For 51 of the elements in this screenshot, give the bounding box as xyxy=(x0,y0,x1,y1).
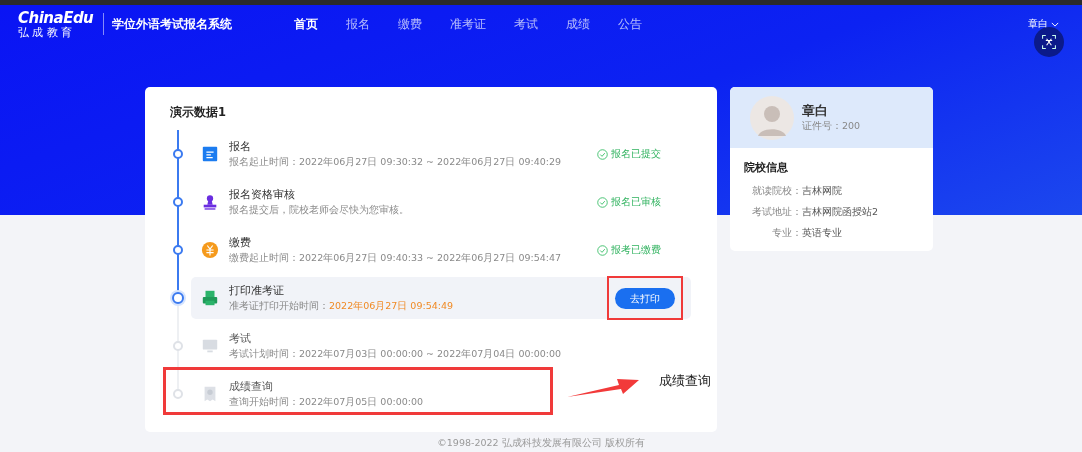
step-detail: 缴费起止时间：2022年06月27日 09:40:33 ~ 2022年06月27日 09:54:47 xyxy=(229,251,562,265)
step-detail: 考试计划时间：2022年07月03日 00:00:00 ~ 2022年07月04日 00:00:00 xyxy=(229,347,562,361)
nav-tab[interactable]: 成绩 xyxy=(566,16,591,32)
nav-tab[interactable]: 公告 xyxy=(618,16,643,32)
step-title: 考试 xyxy=(229,331,251,346)
yuan-coin-icon xyxy=(201,241,219,259)
site-title: 学位外语考试报名系统 xyxy=(112,15,233,33)
step-title: 报名资格审核 xyxy=(229,187,295,202)
field-label: 就读院校： xyxy=(751,185,802,198)
check-circle-icon xyxy=(597,244,608,256)
step-detail: 报名提交后，院校老师会尽快为您审核。 xyxy=(229,203,409,217)
step-title: 成绩查询 xyxy=(229,379,273,394)
arrow xyxy=(567,377,639,399)
student-name: 章白 xyxy=(802,102,829,120)
translate-icon xyxy=(1041,34,1057,50)
field-value: 英语专业 xyxy=(802,227,842,240)
stamp-icon xyxy=(201,193,219,211)
check-circle-icon xyxy=(597,148,608,160)
status-label: 报名已提交 xyxy=(597,147,661,161)
nav-tab[interactable]: 考试 xyxy=(514,16,539,32)
step-title: 报名 xyxy=(229,139,251,154)
callout-label: 成绩查询 xyxy=(659,372,711,390)
step-detail: 查询开始时间：2022年07月05日 00:00:00 xyxy=(229,395,424,409)
field-value: 吉林网院 xyxy=(802,185,842,198)
nav-tab[interactable]: 首页 xyxy=(294,16,319,32)
document-icon xyxy=(201,145,219,163)
step-detail: 准考证打印开始时间：2022年06月27日 09:54:49 xyxy=(229,299,454,313)
logo[interactable]: ChinaEdu 弘 成 教 育 xyxy=(18,10,94,38)
step-detail: 报名起止时间：2022年06月27日 09:30:32 ~ 2022年06月27日 09:40:29 xyxy=(229,155,562,169)
field-label: 专业： xyxy=(771,227,802,240)
avatar-icon xyxy=(750,95,794,140)
status-label: 报考已缴费 xyxy=(597,243,661,257)
field-value: 吉林网院函授站2 xyxy=(802,206,879,219)
nav-tab[interactable]: 缴费 xyxy=(398,16,423,32)
print-button[interactable]: 去打印 xyxy=(615,288,675,310)
status-label: 报名已审核 xyxy=(597,195,661,209)
check-circle-icon xyxy=(597,196,608,208)
copyright-text: ©1998-2022 弘成科技发展有限公司 版权所有 xyxy=(436,437,646,450)
printer-icon xyxy=(201,289,219,307)
id-number: 证件号：200 xyxy=(802,120,861,133)
chevron-icon xyxy=(1051,21,1059,27)
section-title: 院校信息 xyxy=(744,160,789,175)
step-title: 打印准考证 xyxy=(229,283,284,298)
translate-button[interactable] xyxy=(1034,27,1064,57)
nav-tab[interactable]: 准考证 xyxy=(450,16,487,32)
user-menu[interactable]: 章白 xyxy=(1028,17,1059,31)
card-title: 演示数据1 xyxy=(170,105,227,120)
monitor-icon xyxy=(201,337,219,355)
step-title: 缴费 xyxy=(229,235,251,250)
nav-tab[interactable]: 报名 xyxy=(346,16,371,32)
field-label: 考试地址： xyxy=(751,206,802,219)
